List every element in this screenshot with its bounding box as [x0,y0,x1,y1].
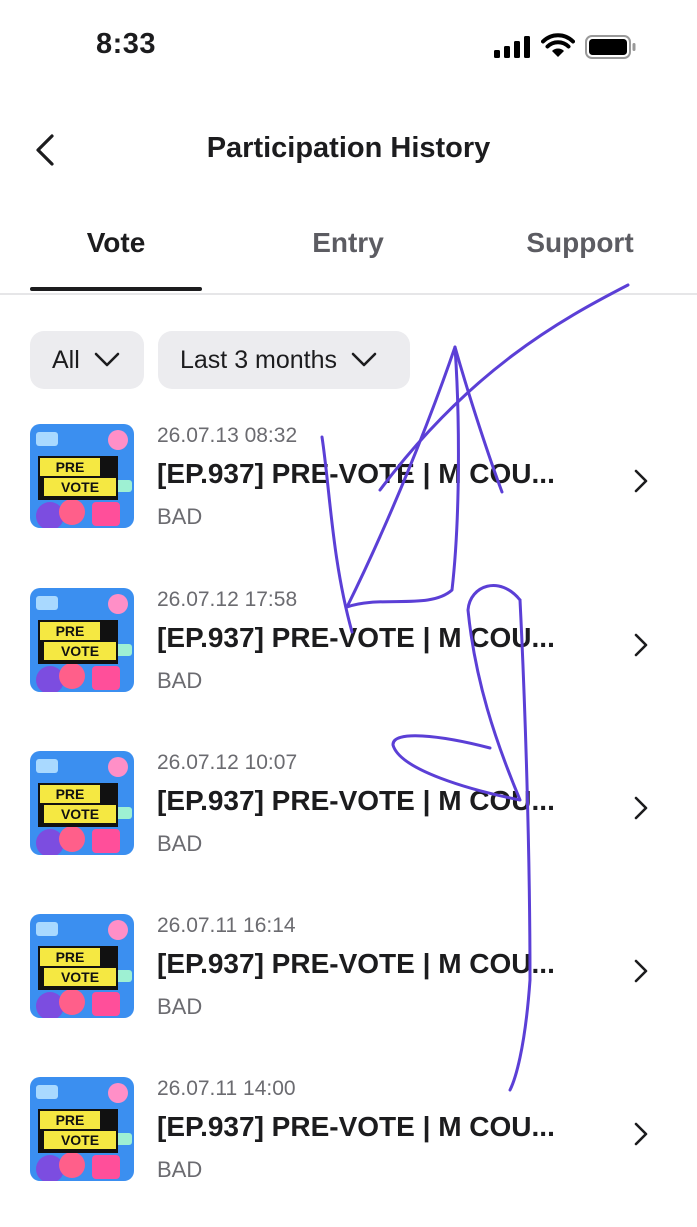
list-item[interactable]: PRE VOTE 26.07.12 17:58 [EP.937] PRE-VOT… [0,588,697,738]
wifi-icon [541,33,575,57]
thumb-text-pre: PRE [56,1112,85,1128]
thumb-text-pre: PRE [56,786,85,802]
item-date: 26.07.12 10:07 [157,751,298,774]
thumb-text-pre: PRE [56,623,85,639]
nav-bar: Participation History [0,110,697,190]
type-filter-dropdown[interactable]: All [30,331,144,389]
list-item[interactable]: PRE VOTE 26.07.11 16:14 [EP.937] PRE-VOT… [0,914,697,1064]
chevron-down-icon [94,352,120,367]
chevron-right-icon [634,633,648,657]
item-date: 26.07.11 16:14 [157,914,296,937]
status-time: 8:33 [96,28,157,60]
period-filter-label: Last 3 months [180,345,338,374]
active-tab-indicator [30,287,202,291]
chevron-down-icon [351,352,377,367]
page-title: Participation History [206,132,491,164]
pre-vote-thumbnail: PRE VOTE [30,424,134,528]
chevron-right-icon [634,959,648,983]
list-item[interactable]: PRE VOTE 26.07.11 14:00 [EP.937] PRE-VOT… [0,1077,697,1227]
item-artist: BAD [157,668,203,693]
list-item[interactable]: PRE VOTE 26.07.13 08:32 [EP.937] PRE-VOT… [0,424,697,574]
item-date: 26.07.11 14:00 [157,1077,296,1100]
cellular-signal-icon [494,36,534,58]
pre-vote-thumbnail: PRE VOTE [30,1077,134,1181]
item-date: 26.07.13 08:32 [157,424,298,447]
tab-vote[interactable]: Vote [16,227,216,259]
list-item[interactable]: PRE VOTE 26.07.12 10:07 [EP.937] PRE-VOT… [0,751,697,901]
thumb-text-vote: VOTE [61,969,99,985]
thumb-text-vote: VOTE [61,479,99,495]
item-date: 26.07.12 17:58 [157,588,298,611]
tab-entry[interactable]: Entry [248,227,448,259]
chevron-right-icon [634,1122,648,1146]
item-artist: BAD [157,504,203,529]
item-artist: BAD [157,994,203,1019]
status-bar: 8:33 [0,0,697,90]
item-title: [EP.937] PRE-VOTE | M COU... [157,785,555,816]
tab-support[interactable]: Support [480,227,680,259]
thumb-text-vote: VOTE [61,806,99,822]
thumb-text-pre: PRE [56,949,85,965]
type-filter-label: All [52,345,80,374]
item-title: [EP.937] PRE-VOTE | M COU... [157,622,555,653]
item-artist: BAD [157,1157,203,1182]
item-artist: BAD [157,831,203,856]
tab-bar: Vote Entry Support [0,205,697,295]
item-title: [EP.937] PRE-VOTE | M COU... [157,458,555,489]
chevron-right-icon [634,796,648,820]
pre-vote-thumbnail: PRE VOTE [30,751,134,855]
thumb-text-vote: VOTE [61,643,99,659]
item-title: [EP.937] PRE-VOTE | M COU... [157,948,555,979]
thumb-text-pre: PRE [56,459,85,475]
thumb-text-vote: VOTE [61,1132,99,1148]
item-title: [EP.937] PRE-VOTE | M COU... [157,1111,555,1142]
pre-vote-thumbnail: PRE VOTE [30,588,134,692]
period-filter-dropdown[interactable]: Last 3 months [158,331,410,389]
chevron-right-icon [634,469,648,493]
pre-vote-thumbnail: PRE VOTE [30,914,134,1018]
battery-icon [585,35,636,59]
